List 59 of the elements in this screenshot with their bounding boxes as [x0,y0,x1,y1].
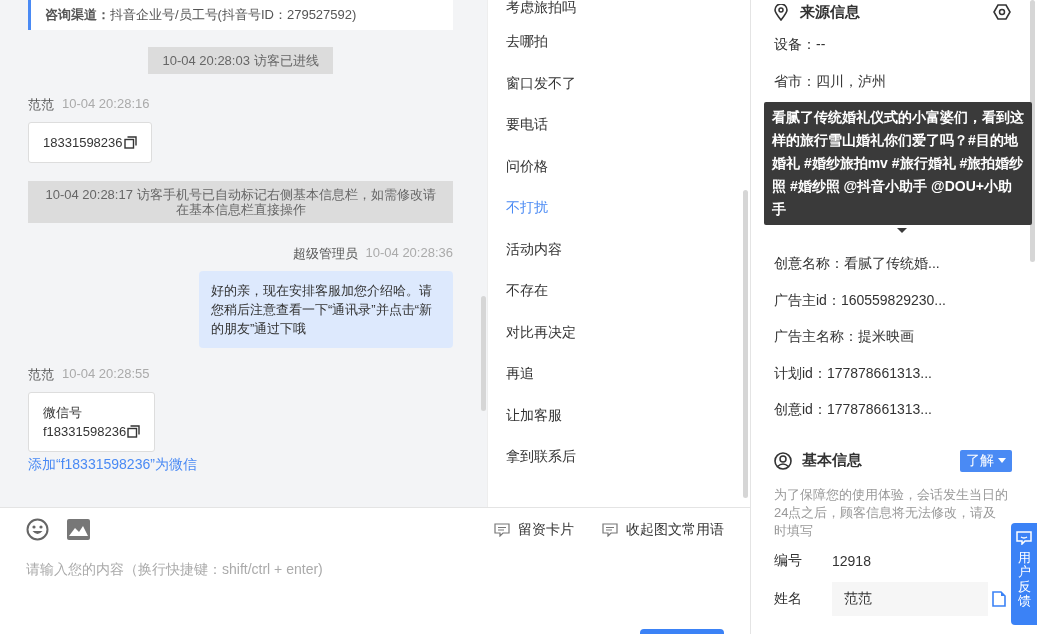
quick-reply-item[interactable]: 不打扰 [506,200,732,242]
system-message: 10-04 20:28:17 访客手机号已自动标记右侧基本信息栏，如需修改请在基本信息栏直接操作 [28,181,453,223]
name-field[interactable]: 范范 [832,581,988,616]
feedback-button[interactable]: 用户反馈 [1011,523,1037,625]
sender-name: 超级管理员 [292,245,358,263]
copy-icon[interactable] [127,425,141,438]
caret-icon [998,458,1006,463]
quick-reply-item[interactable]: 要电话 [506,117,732,159]
field-label: 姓名 [774,589,803,608]
message-input[interactable]: 请输入您的内容（换行快捷键：shift/ctrl + enter) [26,561,724,577]
quick-reply-item[interactable]: 让加客服 [506,407,732,449]
info-row-text: 广告主名称：提米映画 [774,328,915,346]
user-icon [774,451,792,470]
message-time: 10-04 20:28:16 [62,96,150,113]
field-value: 12918 [832,552,871,569]
sender-name: 范范 [28,96,54,114]
message-text: f18331598236 [43,423,127,441]
toolbar-button[interactable]: 收起图文常用语 [602,520,724,539]
quick-reply-item[interactable]: 不存在 [506,283,732,325]
info-row-text: 创意名称：看腻了传统婚... [774,255,941,273]
info-row-text: 省市：四川，泸州 [774,72,887,91]
info-row-text: 计划id：177878661313... [774,364,933,383]
message-text: 18331598236 [43,134,123,152]
quick-reply-item[interactable]: 拿到联系后 [506,449,732,491]
image-icon[interactable] [67,519,90,540]
emoji-icon[interactable] [26,518,49,541]
quick-reply-item[interactable]: 去哪拍 [506,34,732,76]
quick-reply-item[interactable]: 对比再决定 [506,324,732,366]
quick-reply-item[interactable]: 活动内容 [506,241,732,283]
location-pin-icon [774,3,788,21]
toolbar-button[interactable]: 留资卡片 [494,520,574,539]
quick-reply-item[interactable]: 考虑旅拍吗 [506,0,732,34]
tooltip: 看腻了传统婚礼仪式的小富婆们，看到这样的旅行雪山婚礼你们爱了吗？#目的地婚礼 #婚纱旅拍mv #旅行婚礼 #旅拍婚纱照 #婚纱照 @抖音小助手 @DOU+小助手 [764,102,1032,225]
section-title: 基本信息 [802,451,862,470]
info-row-text: 创意id：177878661313... [774,401,933,419]
system-message: 10-04 20:28:03 访客已进线 [148,47,333,74]
message-icon [602,522,618,537]
message-time: 10-04 20:28:36 [365,245,453,262]
info-row-text: 设备：-- [774,36,827,54]
tooltip-arrow-icon [897,228,907,233]
message-icon [494,522,510,537]
section-title: 来源信息 [800,2,860,22]
message-text: 微信号 [43,404,82,422]
message-time: 10-04 20:28:55 [62,366,150,383]
message-bubble: 好的亲，现在安排客服加您介绍哈。请您稍后注意查看一下“通讯录”并点击“新的朋友”通过下哦 [199,271,453,348]
field-label: 编号 [774,551,803,570]
scrollbar[interactable] [481,296,486,411]
quick-reply-item[interactable]: 再追 [506,366,732,408]
info-note: 为了保障您的使用体验，会话发生当日的24点之后，顾客信息将无法修改，请及时填写 [774,485,1009,540]
hexagon-icon[interactable] [993,4,1011,20]
quick-reply-item[interactable]: 窗口发不了 [506,75,732,117]
scrollbar[interactable] [743,190,748,498]
quick-reply-item[interactable]: 问价格 [506,158,732,200]
channel-text: 咨询渠道：抖音企业号/员工号(抖音号ID：279527592) [45,7,357,22]
scrollbar[interactable] [1030,0,1035,262]
copy-icon[interactable] [123,136,137,149]
info-row-text: 广告主id：160559829230... [774,291,947,310]
message-icon [1016,531,1032,545]
sender-name: 范范 [28,366,54,384]
